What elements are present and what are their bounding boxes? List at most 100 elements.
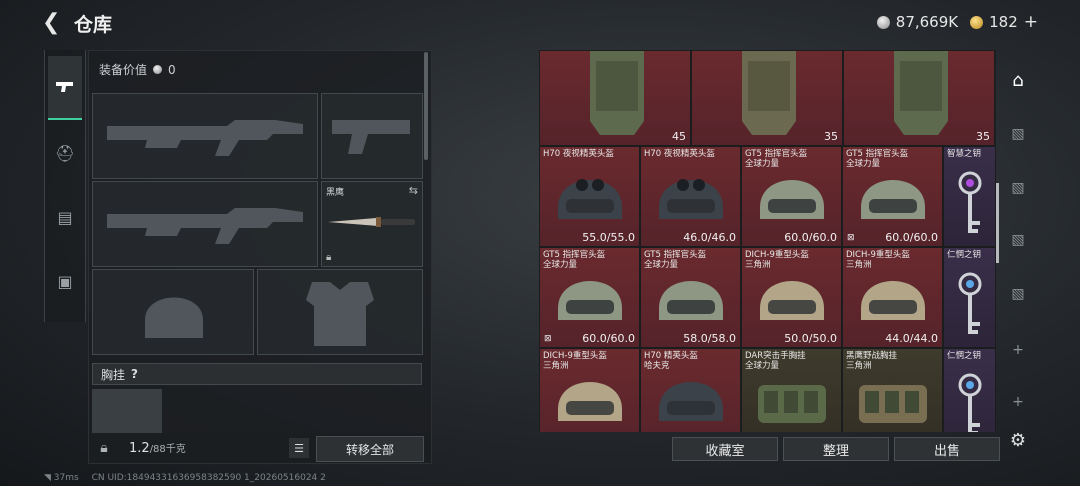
weight-max: /88千克 xyxy=(149,444,186,455)
grid-item-vest[interactable]: 35 xyxy=(691,50,843,146)
grid-item-helmet[interactable]: DICH-9重型头盔 三角洲 xyxy=(539,348,640,432)
item-durability: 58.0/58.0 xyxy=(683,332,736,345)
item-durability: 46.0/46.0 xyxy=(683,231,736,244)
list-view-button[interactable]: ☰ xyxy=(289,438,309,458)
helmet-icon xyxy=(760,180,824,219)
grid-item-key[interactable]: 智慧之钥 xyxy=(943,146,996,247)
equip-value-amount: 0 xyxy=(168,62,176,77)
storage-tab-5[interactable]: ▧ xyxy=(1004,120,1032,148)
nav-helmet-tab[interactable]: ⛑ xyxy=(48,136,82,170)
item-durability: 55.0/55.0 xyxy=(582,231,635,244)
loadout-panel: 装备价值 0 黑鹰 ⇆ 🔒︎ 胸挂 ? 🔒︎ 1.2/88千克 ☰ 转移全部 xyxy=(88,50,432,464)
add-storage-button-2[interactable]: + xyxy=(1004,388,1032,416)
grid-item-helmet[interactable]: GT5 指挥官头盔 全球力量 60.0/60.0 xyxy=(741,146,842,247)
marked-icon: ⊠ xyxy=(544,334,552,344)
storage-tab-3[interactable]: ▧ xyxy=(1004,226,1032,254)
grid-item-helmet[interactable]: DICH-9重型头盔 三角洲 50.0/50.0 xyxy=(741,247,842,348)
grid-item-vest[interactable]: 35 xyxy=(843,50,995,146)
rifle-silhouette-icon xyxy=(107,120,303,156)
secondary-weapon-slot[interactable] xyxy=(92,181,318,267)
plus-icon: + xyxy=(1012,342,1024,358)
key-icon xyxy=(958,171,982,233)
key-icon xyxy=(958,373,982,432)
item-durability: 44.0/44.0 xyxy=(885,332,938,345)
grid-item-helmet[interactable]: GT5 指挥官头盔 全球力量 58.0/58.0 xyxy=(640,247,741,348)
helmet-icon: ⛑ xyxy=(54,143,76,163)
lock-icon: 🔒︎ xyxy=(100,440,108,456)
item-durability: 60.0/60.0 xyxy=(885,231,938,244)
vest-item-thumbnail[interactable] xyxy=(92,389,162,433)
melee-name: 黑鹰 xyxy=(326,188,345,198)
left-nav: ⛑ ▤ ▣ xyxy=(44,50,86,322)
loadout-scrollbar[interactable] xyxy=(424,52,428,160)
helmet-silhouette-icon xyxy=(145,297,203,338)
item-name: 仁惘之钥 xyxy=(947,250,982,260)
transfer-all-button[interactable]: 转移全部 xyxy=(316,436,424,462)
melee-slot[interactable]: 黑鹰 ⇆ 🔒︎ xyxy=(321,181,423,267)
helmet-icon xyxy=(861,281,925,320)
back-arrow-icon[interactable]: ❮ xyxy=(42,12,64,34)
equip-value-label: 装备价值 xyxy=(99,63,148,77)
settings-button[interactable]: ⚙ xyxy=(1004,426,1032,454)
nav-weapons-tab[interactable] xyxy=(48,56,82,120)
storage-tab-2[interactable]: ▧ xyxy=(1004,280,1032,308)
loadout-bottom-bar: 🔒︎ 1.2/88千克 ☰ 转移全部 xyxy=(89,433,431,463)
nav-backpack-tab[interactable]: ▣ xyxy=(48,264,82,298)
grid-item-key[interactable]: 仁惘之钥 xyxy=(943,348,996,432)
storage-tab-4[interactable]: ▧ xyxy=(1004,174,1032,202)
rifle-silhouette-icon xyxy=(107,208,303,244)
grid-item-vest[interactable]: 45 xyxy=(539,50,691,146)
status-bar: ◥ 37ms CN UID:18494331636958382590 1_202… xyxy=(44,473,326,483)
grid-item-helmet[interactable]: H70 夜视精英头盔 46.0/46.0 xyxy=(640,146,741,247)
sell-button[interactable]: 出售 xyxy=(894,437,1000,461)
warehouse-icon: ⌂ xyxy=(1012,69,1024,91)
vest-icon xyxy=(742,51,796,135)
primary-weapon-slot[interactable] xyxy=(92,93,318,179)
armor-silhouette-icon xyxy=(306,282,374,346)
wifi-icon: ◥ xyxy=(44,473,51,483)
silver-amount: 87,669K xyxy=(895,13,959,31)
grid-item-helmet[interactable]: GT5 指挥官头盔 全球力量 60.0/60.0 ⊠ xyxy=(539,247,640,348)
add-gold-button[interactable]: + xyxy=(1024,12,1038,32)
add-storage-button[interactable]: + xyxy=(1004,336,1032,364)
lock-icon: 🔒︎ xyxy=(326,252,332,263)
vest-label: 胸挂 xyxy=(101,367,126,382)
briefcase-icon: ▣ xyxy=(57,271,73,291)
grid-item-helmet[interactable]: DICH-9重型头盔 三角洲 44.0/44.0 xyxy=(842,247,943,348)
collection-room-button[interactable]: 收藏室 xyxy=(672,437,778,461)
storage-main-tab[interactable]: ⌂ xyxy=(1004,66,1032,94)
vest-icon xyxy=(894,51,948,135)
helmet-icon xyxy=(659,179,723,219)
pistol-slot[interactable] xyxy=(321,93,423,179)
help-icon[interactable]: ? xyxy=(131,367,138,381)
weight-value: 1.2 xyxy=(129,441,150,456)
swap-icon[interactable]: ⇆ xyxy=(409,184,418,197)
grid-item-helmet[interactable]: H70 精英头盔 哈夫克 xyxy=(640,348,741,432)
ping: 37ms xyxy=(53,473,79,483)
grid-scrollbar[interactable] xyxy=(996,183,999,263)
user-id: CN UID:18494331636958382590 1_2026051602… xyxy=(91,473,326,483)
list-icon: ☰ xyxy=(294,441,304,455)
item-name: 智慧之钥 xyxy=(947,149,982,159)
item-name: H70 夜视精英头盔 xyxy=(543,149,614,159)
vest-icon xyxy=(590,51,644,135)
equip-value: 装备价值 0 xyxy=(99,61,176,78)
grid-item-helmet[interactable]: GT5 指挥官头盔 全球力量 60.0/60.0 ⊠ xyxy=(842,146,943,247)
grid-item-helmet[interactable]: H70 夜视精英头盔 55.0/55.0 xyxy=(539,146,640,247)
helmet-slot[interactable] xyxy=(92,269,254,355)
carry-weight: 1.2/88千克 xyxy=(129,440,186,456)
sort-button[interactable]: 整理 xyxy=(783,437,889,461)
grid-item-helmet[interactable]: 黑鹰野战胸挂 三角洲 xyxy=(842,348,943,432)
vest-header[interactable]: 胸挂 ? xyxy=(92,363,422,385)
armor-slot[interactable] xyxy=(257,269,423,355)
nav-vest-tab[interactable]: ▤ xyxy=(48,200,82,234)
item-durability: 60.0/60.0 xyxy=(784,231,837,244)
lock-button[interactable]: 🔒︎ xyxy=(93,437,115,459)
item-count: 35 xyxy=(976,130,990,143)
currency-bar: 87,669K 182 + xyxy=(876,12,1038,32)
item-count: 45 xyxy=(672,130,686,143)
grid-item-key[interactable]: 仁惘之钥 xyxy=(943,247,996,348)
chest-rig-icon xyxy=(758,385,826,423)
helmet-icon xyxy=(861,180,925,219)
grid-item-helmet[interactable]: DAR突击手胸挂 全球力量 xyxy=(741,348,842,432)
